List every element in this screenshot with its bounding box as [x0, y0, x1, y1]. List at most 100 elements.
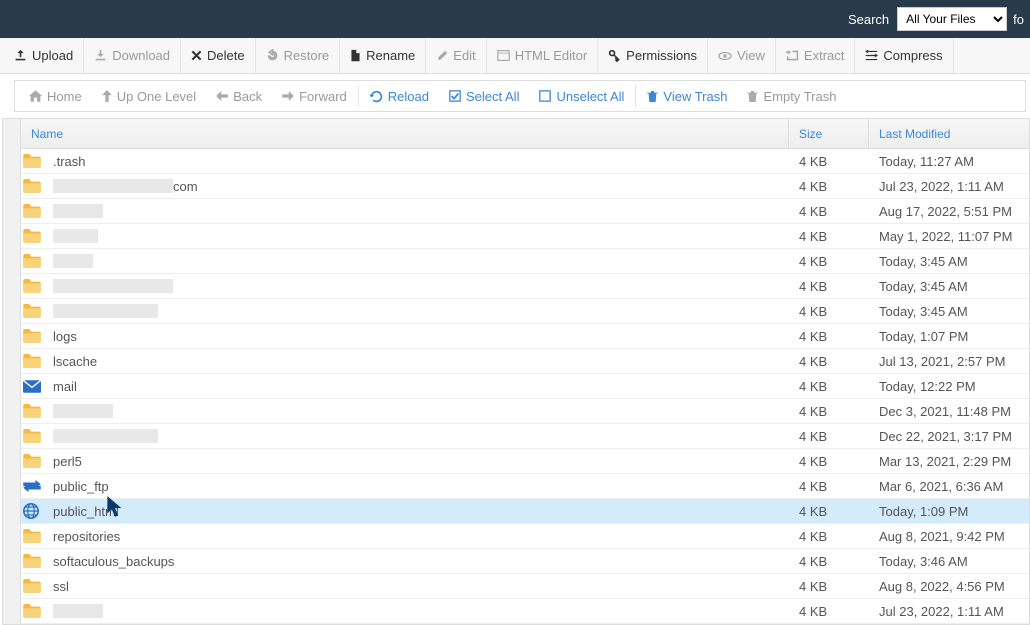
table-row[interactable]: 4 KBToday, 3:45 AM — [21, 274, 1029, 299]
file-rows: .trash4 KBToday, 11:27 AM com4 KBJul 23,… — [21, 149, 1029, 624]
forward-arrow-icon — [282, 91, 294, 101]
table-row[interactable]: public_html4 KBToday, 1:09 PM — [21, 499, 1029, 524]
file-name-redacted — [53, 254, 93, 268]
compress-icon — [865, 49, 878, 62]
file-modified: Jul 23, 2022, 1:11 AM — [869, 604, 1029, 619]
file-modified: Today, 11:27 AM — [869, 154, 1029, 169]
folder-icon — [23, 153, 43, 169]
back-button[interactable]: Back — [206, 81, 272, 111]
file-name: .trash — [53, 154, 86, 169]
restore-button[interactable]: Restore — [256, 38, 341, 73]
forward-button[interactable]: Forward — [272, 81, 357, 111]
upload-button[interactable]: Upload — [4, 38, 84, 73]
file-name-redacted — [53, 304, 158, 318]
table-header: Name Size Last Modified — [21, 119, 1029, 149]
folder-icon — [23, 553, 43, 569]
table-row[interactable]: 4 KBToday, 3:45 AM — [21, 299, 1029, 324]
top-bar: Search All Your Files fo — [0, 0, 1030, 38]
delete-button[interactable]: Delete — [181, 38, 256, 73]
file-name-redacted — [53, 204, 103, 218]
edit-label: Edit — [453, 48, 475, 63]
table-row[interactable]: public_ftp4 KBMar 6, 2021, 6:36 AM — [21, 474, 1029, 499]
unselect-all-button[interactable]: Unselect All — [529, 81, 634, 111]
file-name: public_ftp — [53, 479, 109, 494]
file-name-redacted — [53, 429, 158, 443]
table-row[interactable]: 4 KBJul 23, 2022, 1:11 AM — [21, 599, 1029, 624]
reload-button[interactable]: Reload — [360, 81, 439, 111]
permissions-label: Permissions — [626, 48, 697, 63]
file-name: ssl — [53, 579, 69, 594]
file-name-redacted — [53, 279, 173, 293]
close-icon — [191, 50, 202, 61]
table-row[interactable]: com4 KBJul 23, 2022, 1:11 AM — [21, 174, 1029, 199]
extract-button[interactable]: Extract — [776, 38, 855, 73]
nav-bar-wrapper: Home Up One Level Back Forward Reload Se… — [0, 74, 1030, 118]
permissions-button[interactable]: Permissions — [598, 38, 708, 73]
table-row[interactable]: lscache4 KBJul 13, 2021, 2:57 PM — [21, 349, 1029, 374]
view-button[interactable]: View — [708, 38, 776, 73]
file-size: 4 KB — [789, 604, 869, 619]
table-row[interactable]: perl54 KBMar 13, 2021, 2:29 PM — [21, 449, 1029, 474]
table-row[interactable]: repositories4 KBAug 8, 2021, 9:42 PM — [21, 524, 1029, 549]
file-size: 4 KB — [789, 329, 869, 344]
table-row[interactable]: 4 KBMay 1, 2022, 11:07 PM — [21, 224, 1029, 249]
view-trash-label: View Trash — [663, 89, 727, 104]
file-browser: Name Size Last Modified .trash4 KBToday,… — [0, 118, 1030, 625]
empty-trash-button[interactable]: Empty Trash — [737, 81, 846, 111]
file-size: 4 KB — [789, 429, 869, 444]
file-name: mail — [53, 379, 77, 394]
file-modified: Aug 8, 2021, 9:42 PM — [869, 529, 1029, 544]
table-row[interactable]: ssl4 KBAug 8, 2022, 4:56 PM — [21, 574, 1029, 599]
file-size: 4 KB — [789, 254, 869, 269]
table-row[interactable]: mail4 KBToday, 12:22 PM — [21, 374, 1029, 399]
up-button[interactable]: Up One Level — [92, 81, 207, 111]
file-size: 4 KB — [789, 529, 869, 544]
folder-icon — [23, 328, 43, 344]
view-trash-button[interactable]: View Trash — [637, 81, 737, 111]
folder-icon — [23, 578, 43, 594]
transfer-icon — [23, 478, 43, 494]
table-row[interactable]: 4 KBToday, 3:45 AM — [21, 249, 1029, 274]
html-editor-button[interactable]: HTML Editor — [487, 38, 598, 73]
table-row[interactable]: 4 KBDec 3, 2021, 11:48 PM — [21, 399, 1029, 424]
key-icon — [608, 49, 621, 62]
compress-button[interactable]: Compress — [855, 38, 953, 73]
header-size[interactable]: Size — [799, 127, 822, 141]
rename-button[interactable]: Rename — [340, 38, 426, 73]
home-label: Home — [47, 89, 82, 104]
home-button[interactable]: Home — [19, 81, 92, 111]
file-modified: Today, 3:45 AM — [869, 254, 1029, 269]
download-button[interactable]: Download — [84, 38, 181, 73]
file-modified: Today, 1:07 PM — [869, 329, 1029, 344]
file-name: softaculous_backups — [53, 554, 174, 569]
file-modified: Dec 3, 2021, 11:48 PM — [869, 404, 1029, 419]
reload-label: Reload — [388, 89, 429, 104]
table-row[interactable]: .trash4 KBToday, 11:27 AM — [21, 149, 1029, 174]
mail-icon — [23, 378, 43, 394]
file-size: 4 KB — [789, 479, 869, 494]
file-modified: Today, 3:46 AM — [869, 554, 1029, 569]
table-row[interactable]: logs4 KBToday, 1:07 PM — [21, 324, 1029, 349]
file-size: 4 KB — [789, 204, 869, 219]
table-row[interactable]: softaculous_backups4 KBToday, 3:46 AM — [21, 549, 1029, 574]
folder-icon — [23, 253, 43, 269]
trash-icon — [647, 90, 658, 103]
table-row[interactable]: 4 KBDec 22, 2021, 3:17 PM — [21, 424, 1029, 449]
nav-bar: Home Up One Level Back Forward Reload Se… — [14, 80, 1026, 112]
header-modified[interactable]: Last Modified — [879, 127, 1019, 141]
search-scope-select[interactable]: All Your Files — [897, 7, 1007, 31]
file-modified: Aug 8, 2022, 4:56 PM — [869, 579, 1029, 594]
table-row[interactable]: 4 KBAug 17, 2022, 5:51 PM — [21, 199, 1029, 224]
empty-trash-label: Empty Trash — [763, 89, 836, 104]
main-toolbar: Upload Download Delete Restore Rename Ed… — [0, 38, 1030, 74]
file-table: Name Size Last Modified .trash4 KBToday,… — [20, 118, 1030, 625]
file-modified: Jul 23, 2022, 1:11 AM — [869, 179, 1029, 194]
header-name[interactable]: Name — [31, 127, 63, 141]
folder-icon — [23, 178, 43, 194]
select-all-button[interactable]: Select All — [439, 81, 529, 111]
file-icon — [350, 49, 361, 62]
restore-label: Restore — [284, 48, 330, 63]
checkbox-empty-icon — [539, 90, 551, 102]
edit-button[interactable]: Edit — [426, 38, 486, 73]
view-label: View — [737, 48, 765, 63]
